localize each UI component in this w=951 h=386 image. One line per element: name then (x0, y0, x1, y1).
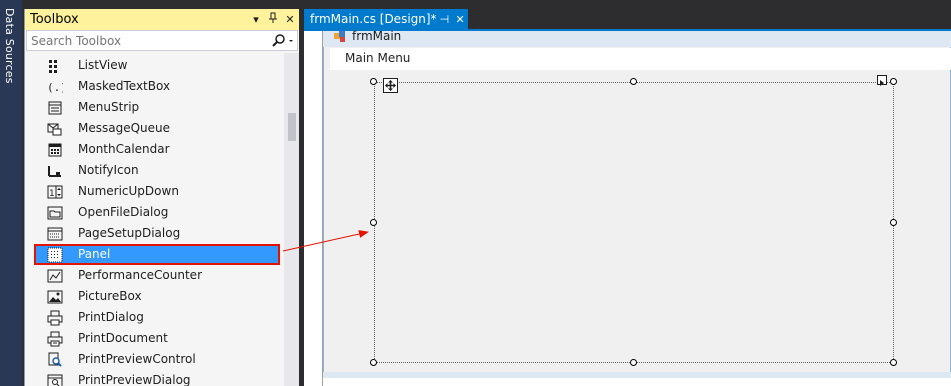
svg-text:(.)-: (.)- (47, 81, 63, 94)
printdialog-icon (47, 310, 63, 326)
picturebox-icon (47, 289, 63, 305)
toolbox-item-label: PageSetupDialog (78, 226, 181, 240)
toolbox-item-label: PrintDocument (78, 331, 168, 345)
form-bottom-border (323, 372, 951, 378)
toolbox-item-openfiledialog[interactable]: OpenFileDialog (35, 202, 281, 223)
openfiledialog-icon (47, 205, 63, 221)
panel-icon (47, 247, 63, 263)
listview-icon (47, 58, 63, 74)
svg-text:1: 1 (49, 189, 55, 199)
form-titlebar[interactable] (323, 31, 951, 47)
toolbox-header: Toolbox ▾ ✕ (25, 9, 299, 30)
toolbox-item-list: ListView (.)- MaskedTextBox MenuStrip Messag… (25, 53, 284, 386)
toolbox-item-notifyicon[interactable]: NotifyIcon (35, 160, 281, 181)
toolbox-item-messagequeue[interactable]: MessageQueue (35, 118, 281, 139)
toolbox-item-printpreviewcontrol[interactable]: PrintPreviewControl (35, 349, 281, 370)
tab-pin-icon[interactable]: ⊣ (437, 13, 453, 26)
resize-handle-top-center[interactable] (630, 78, 637, 85)
toolbox-panel: Toolbox ▾ ✕ ListView (.)- MaskedTextBox Men… (24, 9, 299, 386)
toolbox-item-printpreviewdialog[interactable]: PrintPreviewDialog (35, 370, 281, 386)
toolbox-item-printdialog[interactable]: PrintDialog (35, 307, 281, 328)
panel-control[interactable] (374, 82, 894, 363)
toolbox-title: Toolbox (30, 12, 79, 27)
printdocument-icon (47, 331, 63, 347)
toolbox-item-label: MaskedTextBox (78, 79, 171, 93)
resize-handle-bottom-center[interactable] (630, 359, 637, 366)
toolbox-item-label: MessageQueue (78, 121, 171, 135)
resize-handle-middle-left[interactable] (370, 219, 377, 226)
pagesetupdialog-icon (47, 226, 63, 242)
smart-tag-icon[interactable] (877, 75, 887, 86)
form-menustrip[interactable] (330, 48, 951, 70)
notifyicon-icon (47, 163, 63, 179)
toolbox-item-label: OpenFileDialog (78, 205, 169, 219)
menu-item-main-menu[interactable]: Main Menu (345, 51, 410, 65)
toolbox-item-label: PerformanceCounter (78, 268, 202, 282)
toolbox-item-panel[interactable]: Panel (34, 244, 280, 265)
performancecounter-icon (47, 268, 63, 284)
toolbox-item-label: PrintPreviewControl (78, 352, 196, 366)
tab-close-icon[interactable]: ✕ (452, 13, 468, 26)
tab-title: frmMain.cs [Design]* (310, 12, 437, 26)
toolbox-item-label: NotifyIcon (78, 163, 139, 177)
toolbox-item-label: PrintDialog (78, 310, 144, 324)
resize-handle-top-left[interactable] (370, 78, 377, 85)
toolbox-item-label: MonthCalendar (78, 142, 170, 156)
toolbox-item-printdocument[interactable]: PrintDocument (35, 328, 281, 349)
numericupdown-icon: 1 (47, 184, 63, 200)
form-icon (334, 31, 347, 43)
form-title: frmMain (352, 29, 402, 43)
toolbox-item-label: NumericUpDown (78, 184, 179, 198)
resize-handle-bottom-left[interactable] (370, 359, 377, 366)
data-sources-strip[interactable]: Data Sources (0, 0, 22, 386)
toolbox-item-label: PictureBox (78, 289, 142, 303)
toolbox-scrollbar-thumb[interactable] (288, 113, 296, 141)
toolbox-item-menustrip[interactable]: MenuStrip (35, 97, 281, 118)
dropdown-icon[interactable]: ▾ (248, 12, 264, 28)
maskedtextbox-icon: (.)- (47, 79, 74, 95)
resize-handle-middle-right[interactable] (890, 219, 897, 226)
toolbox-item-picturebox[interactable]: PictureBox (35, 286, 281, 307)
printpreviewcontrol-icon (47, 352, 63, 368)
search-icon[interactable] (271, 32, 297, 50)
toolbox-search-input[interactable] (31, 33, 271, 48)
resize-handle-top-right[interactable] (890, 78, 897, 85)
toolbox-scrollbar[interactable] (284, 53, 299, 386)
menustrip-icon (47, 100, 63, 116)
toolbox-item-monthcalendar[interactable]: MonthCalendar (35, 139, 281, 160)
pin-icon[interactable] (265, 12, 281, 28)
printpreviewdialog-icon (47, 373, 63, 386)
toolbox-item-label: MenuStrip (78, 100, 140, 114)
tab-frmmain-design[interactable]: frmMain.cs [Design]* ⊣ ✕ (304, 9, 468, 29)
resize-handle-bottom-right[interactable] (890, 359, 897, 366)
toolbox-item-label: ListView (78, 58, 128, 72)
close-icon[interactable]: ✕ (282, 12, 298, 28)
toolbox-item-label: PrintPreviewDialog (78, 373, 191, 386)
toolbox-item-maskedtextbox[interactable]: (.)- MaskedTextBox (35, 76, 281, 97)
messagequeue-icon (47, 121, 63, 137)
toolbox-item-listview[interactable]: ListView (35, 55, 281, 76)
monthcalendar-icon (47, 142, 63, 158)
move-icon[interactable] (383, 78, 398, 93)
toolbox-item-numericupdown[interactable]: 1 NumericUpDown (35, 181, 281, 202)
toolbox-item-label: Panel (78, 247, 111, 261)
toolbox-item-pagesetupdialog[interactable]: PageSetupDialog (35, 223, 281, 244)
toolbox-search-box[interactable] (26, 30, 298, 51)
toolbox-item-performancecounter[interactable]: PerformanceCounter (35, 265, 281, 286)
data-sources-label[interactable]: Data Sources (3, 8, 16, 84)
